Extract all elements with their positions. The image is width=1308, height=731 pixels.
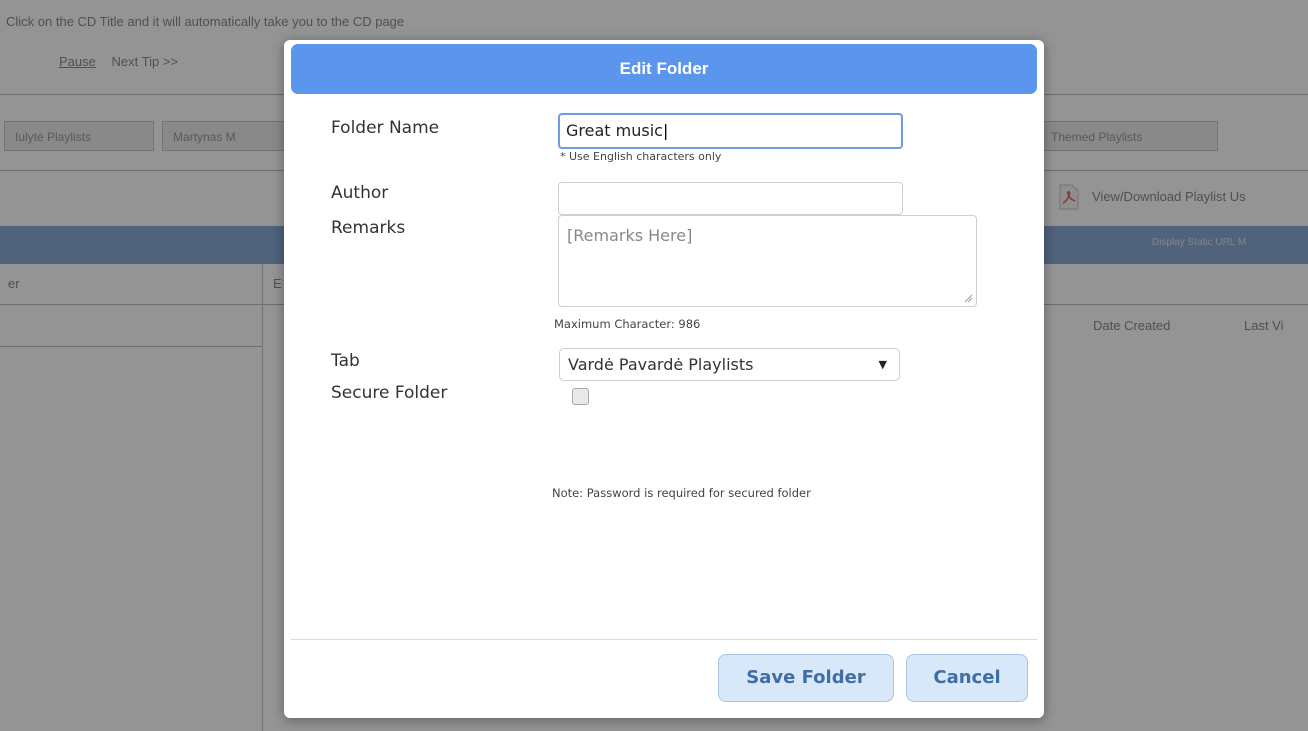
dialog-title: Edit Folder [291,44,1037,94]
remarks-label: Remarks [331,218,406,238]
tab-label: Tab [331,351,360,371]
footer-divider [291,639,1037,640]
folder-name-label: Folder Name [331,118,440,138]
secure-folder-label: Secure Folder [331,383,448,403]
dropdown-arrow-icon: ▼ [878,358,887,371]
tab-select-value: Vardė Pavardė Playlists [568,355,754,374]
folder-name-hint: * Use English characters only [560,150,722,163]
remarks-placeholder: [Remarks Here] [567,226,693,245]
tab-select[interactable]: Vardė Pavardė Playlists ▼ [559,348,900,381]
cancel-button[interactable]: Cancel [906,654,1028,702]
author-label: Author [331,183,389,203]
max-characters-text: Maximum Character: 986 [554,317,701,331]
remarks-textarea[interactable]: [Remarks Here] [558,215,977,307]
resize-grip-icon[interactable] [964,294,973,303]
secure-folder-checkbox[interactable] [572,388,589,405]
save-folder-button[interactable]: Save Folder [718,654,894,702]
folder-name-input[interactable]: Great music| [558,113,903,149]
author-input[interactable] [558,182,903,215]
password-note: Note: Password is required for secured f… [552,486,811,500]
edit-folder-dialog: Edit Folder Folder Name Great music| * U… [284,40,1044,718]
